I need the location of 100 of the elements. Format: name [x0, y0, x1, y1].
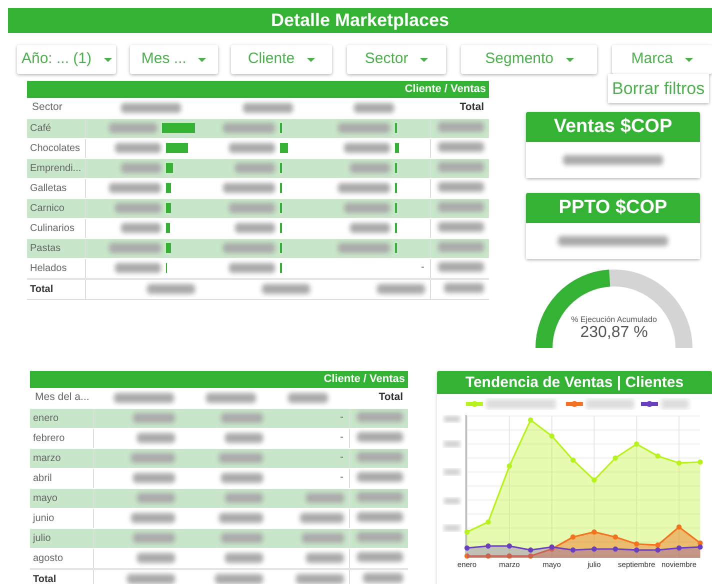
blurred-value	[306, 553, 344, 563]
blurred-value	[444, 525, 460, 531]
blurred-value	[131, 453, 175, 463]
caret-icon	[306, 58, 315, 62]
blurred-value	[296, 574, 344, 584]
blurred-value	[438, 202, 484, 212]
blurred-value	[108, 243, 160, 253]
row-label: Culinarios	[27, 218, 85, 238]
cell-value: -	[421, 260, 425, 276]
filter-dropdown[interactable]: Marca	[612, 45, 712, 74]
row-label: Total	[30, 568, 93, 584]
row-label: julio	[30, 528, 93, 548]
blurred-value	[235, 223, 275, 233]
row-label: abril	[30, 468, 93, 488]
blurred-value	[114, 203, 160, 213]
blurred-value	[444, 441, 460, 447]
blurred-value	[221, 533, 263, 543]
blurred-value	[486, 399, 556, 409]
blurred-value	[354, 102, 394, 113]
blurred-value	[350, 163, 390, 173]
chart-title: Tendencia de Ventas | Clientes	[437, 371, 712, 394]
data-bar	[166, 183, 170, 193]
column-header: Mes del a...	[30, 388, 93, 408]
row-label: Chocolates	[27, 138, 85, 158]
data-bar	[166, 163, 172, 173]
blurred-value	[225, 553, 263, 563]
blurred-value	[219, 453, 263, 463]
blurred-value	[133, 473, 175, 483]
blurred-value	[357, 412, 404, 422]
blurred-value	[444, 416, 460, 422]
blurred-value	[444, 498, 460, 504]
blurred-value	[114, 392, 174, 403]
blurred-value	[120, 223, 160, 233]
blurred-value	[221, 473, 263, 483]
kpi-title: PPTO $COP	[526, 193, 700, 223]
caret-icon	[104, 58, 112, 62]
data-bar	[395, 143, 399, 153]
column-header: Total	[430, 98, 490, 118]
blurred-value	[133, 413, 175, 423]
row-label: agosto	[30, 548, 93, 568]
blurred-value	[223, 183, 275, 193]
blurred-value	[661, 399, 689, 409]
blurred-value	[225, 493, 263, 503]
filter-dropdown[interactable]: Cliente	[230, 45, 332, 74]
column-header: Total	[349, 388, 408, 408]
blurred-value	[438, 262, 484, 272]
blurred-value	[357, 472, 404, 482]
blurred-value	[376, 284, 425, 294]
blurred-value	[235, 163, 275, 173]
blurred-value	[438, 142, 484, 152]
data-bar	[166, 203, 170, 213]
blurred-value	[300, 513, 344, 523]
row-label: marzo	[30, 448, 93, 468]
blurred-value	[108, 123, 158, 133]
blurred-value	[221, 413, 263, 423]
caret-icon	[684, 58, 693, 62]
blurred-value	[444, 469, 460, 475]
blurred-value	[137, 553, 175, 563]
row-label: Total	[27, 278, 85, 299]
blurred-value	[438, 222, 484, 232]
filter-dropdown[interactable]: Sector	[346, 45, 446, 74]
filter-dropdown[interactable]: Mes ...	[130, 45, 218, 74]
filter-dropdown[interactable]: Segmento	[461, 45, 598, 74]
clear-filters-button[interactable]: Borrar filtros	[608, 74, 709, 103]
row-label: febrero	[30, 428, 93, 448]
blurred-value	[242, 102, 292, 113]
blurred-value	[219, 513, 263, 523]
row-label: mayo	[30, 488, 93, 508]
table-caption: Cliente / Ventas	[27, 81, 489, 98]
blurred-value	[229, 203, 275, 213]
blurred-value	[223, 123, 275, 133]
filter-dropdown[interactable]: Año: ... (1)	[17, 45, 116, 74]
blurred-value	[223, 243, 275, 253]
blurred-value	[215, 574, 263, 584]
table-caption: Cliente / Ventas	[30, 371, 408, 388]
blurred-value	[114, 263, 160, 273]
blurred-value	[350, 223, 390, 233]
row-label: junio	[30, 508, 93, 528]
page-title: Detalle Marketplaces	[8, 8, 712, 33]
caret-icon	[420, 58, 428, 62]
blurred-value	[357, 512, 404, 522]
cell-value: -	[340, 470, 344, 486]
blurred-value	[438, 162, 484, 172]
blurred-value	[127, 574, 175, 584]
blurred-value	[438, 182, 484, 192]
blurred-value	[206, 392, 256, 403]
blurred-value	[229, 143, 275, 153]
data-bar	[162, 123, 195, 133]
row-label: Carnico	[27, 198, 85, 218]
blurred-value	[338, 243, 390, 253]
row-label: enero	[30, 408, 93, 428]
blurred-value	[147, 284, 195, 294]
blurred-value	[438, 242, 484, 252]
blurred-value	[108, 183, 160, 193]
blurred-value	[302, 533, 344, 543]
caret-icon	[198, 58, 206, 62]
blurred-value	[338, 123, 390, 133]
blurred-value	[288, 392, 328, 403]
blurred-value	[586, 399, 634, 409]
caret-icon	[566, 58, 574, 62]
